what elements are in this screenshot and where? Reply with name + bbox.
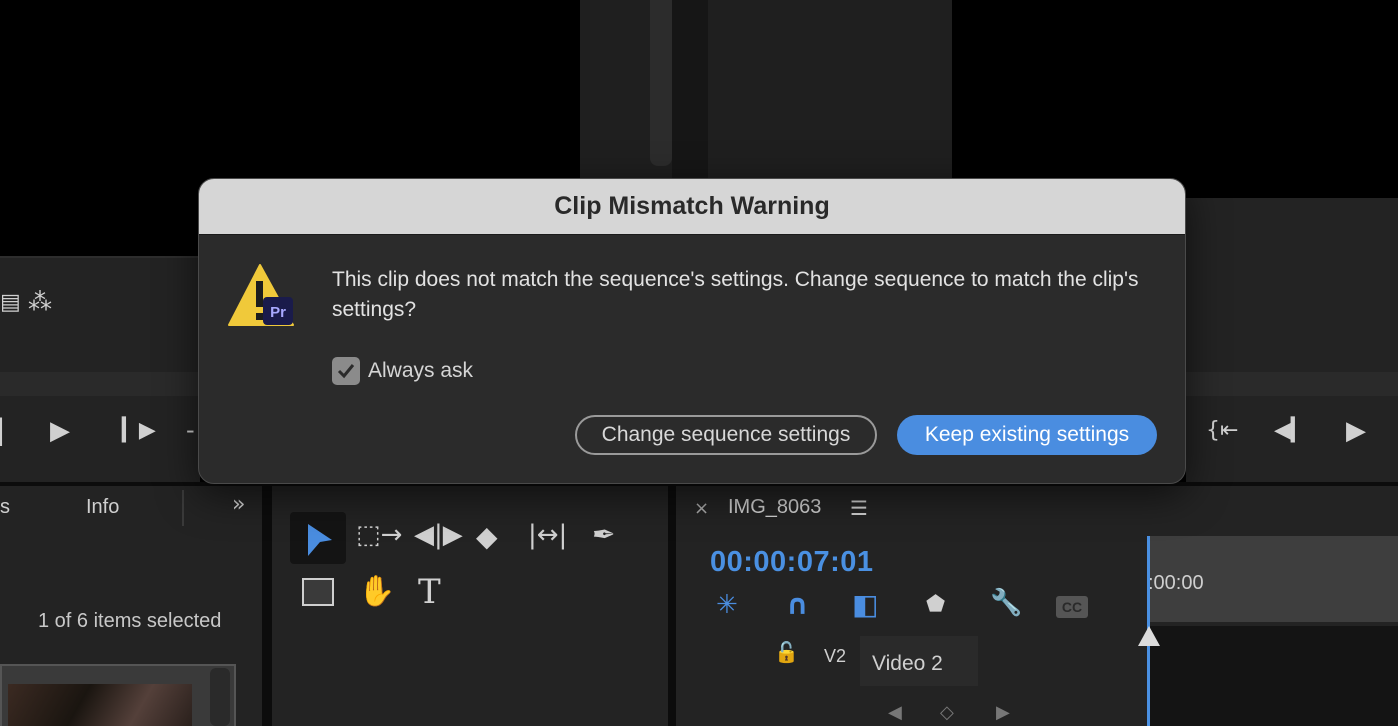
slip-tool-icon[interactable]: |↔|	[528, 520, 567, 550]
program-transport: {⇤ ◀▎ ▶	[1186, 396, 1398, 482]
hand-tool-icon[interactable]: ✋	[358, 574, 395, 609]
always-ask-checkbox[interactable]	[332, 357, 360, 385]
nest-toggle-icon[interactable]: ✳	[716, 590, 738, 620]
prev-keyframe-icon[interactable]: ◀	[888, 702, 902, 723]
track-content-area[interactable]	[1150, 626, 1398, 726]
rectangle-tool-icon[interactable]	[302, 578, 334, 606]
next-keyframe-icon[interactable]: ▶	[996, 702, 1010, 723]
playhead-handle-icon[interactable]	[1136, 624, 1162, 648]
audio-waveform-icon[interactable]: ⁂	[28, 288, 52, 316]
always-ask-row[interactable]: Always ask	[332, 357, 473, 385]
tab-divider	[182, 490, 184, 526]
track-select-tool-icon[interactable]: ⬚→	[356, 520, 402, 550]
step-back-icon[interactable]: ▏	[0, 418, 18, 446]
sequence-tab-name[interactable]: IMG_8063	[728, 496, 821, 519]
clip-thumbnail-image	[8, 684, 192, 726]
dialog-title: Clip Mismatch Warning	[554, 192, 830, 220]
add-marker-icon[interactable]: ⬟	[926, 592, 945, 617]
snap-icon[interactable]: ∩	[786, 588, 809, 621]
monitor-scrollbar[interactable]	[650, 0, 672, 166]
program-timebar[interactable]	[1186, 372, 1398, 396]
film-icon[interactable]: ▤	[0, 290, 21, 315]
timeline-timecode[interactable]: 00:00:07:01	[710, 546, 874, 579]
lock-icon[interactable]: 🔓	[774, 640, 799, 664]
keep-existing-settings-button[interactable]: Keep existing settings	[897, 415, 1157, 455]
add-keyframe-icon[interactable]: ◇	[940, 702, 954, 723]
tab-partial[interactable]: s	[0, 496, 10, 519]
checkmark-icon	[337, 364, 355, 379]
close-icon[interactable]: ×	[694, 498, 709, 519]
menu-icon[interactable]: ☰	[850, 496, 868, 520]
source-timebar[interactable]	[0, 372, 200, 396]
ruler-timecode: :00:00	[1148, 572, 1204, 594]
source-monitor-controls: ▤ ⁂	[0, 256, 200, 376]
track-id[interactable]: V2	[824, 646, 846, 667]
razor-tool-icon[interactable]: ◆	[476, 520, 498, 553]
pen-tool-icon[interactable]: ✒	[592, 518, 615, 551]
ripple-edit-tool-icon[interactable]: ◀|▶	[414, 520, 463, 550]
captions-icon[interactable]: CC	[1056, 596, 1088, 618]
program-monitor-controls	[1186, 198, 1398, 378]
dialog-titlebar[interactable]: Clip Mismatch Warning	[199, 179, 1185, 235]
type-tool-icon[interactable]: T	[418, 572, 441, 612]
step-forward-icon[interactable]: ▎▶	[122, 418, 156, 443]
dialog-message: This clip does not match the sequence's …	[332, 268, 1139, 321]
linked-selection-icon[interactable]: ◧	[852, 588, 878, 621]
tab-info[interactable]: Info	[86, 496, 119, 519]
premiere-badge-text: Pr	[270, 304, 286, 321]
step-back-icon[interactable]: ◀▎	[1274, 418, 1308, 443]
project-scrollbar[interactable]	[210, 668, 230, 726]
clip-mismatch-dialog: Clip Mismatch Warning Pr This clip does …	[198, 178, 1186, 484]
wrench-icon[interactable]: 🔧	[990, 588, 1022, 618]
play-icon[interactable]: ▶	[50, 416, 70, 446]
change-sequence-settings-button[interactable]: Change sequence settings	[575, 415, 877, 455]
track-name: Video 2	[872, 652, 943, 675]
always-ask-label: Always ask	[368, 359, 474, 382]
monitor-scroll-track	[672, 0, 708, 180]
selection-status: 1 of 6 items selected	[38, 610, 222, 632]
source-transport: ▏ ▶ ▎▶ -	[0, 396, 200, 482]
selection-tool-icon[interactable]	[300, 520, 340, 560]
warning-icon: Pr	[228, 264, 294, 326]
program-monitor-panel	[580, 0, 952, 180]
double-chevron-right-icon[interactable]: »	[232, 492, 245, 517]
go-to-in-icon[interactable]: {⇤	[1206, 418, 1238, 443]
insert-icon[interactable]: -	[186, 416, 195, 444]
play-icon[interactable]: ▶	[1346, 416, 1366, 446]
